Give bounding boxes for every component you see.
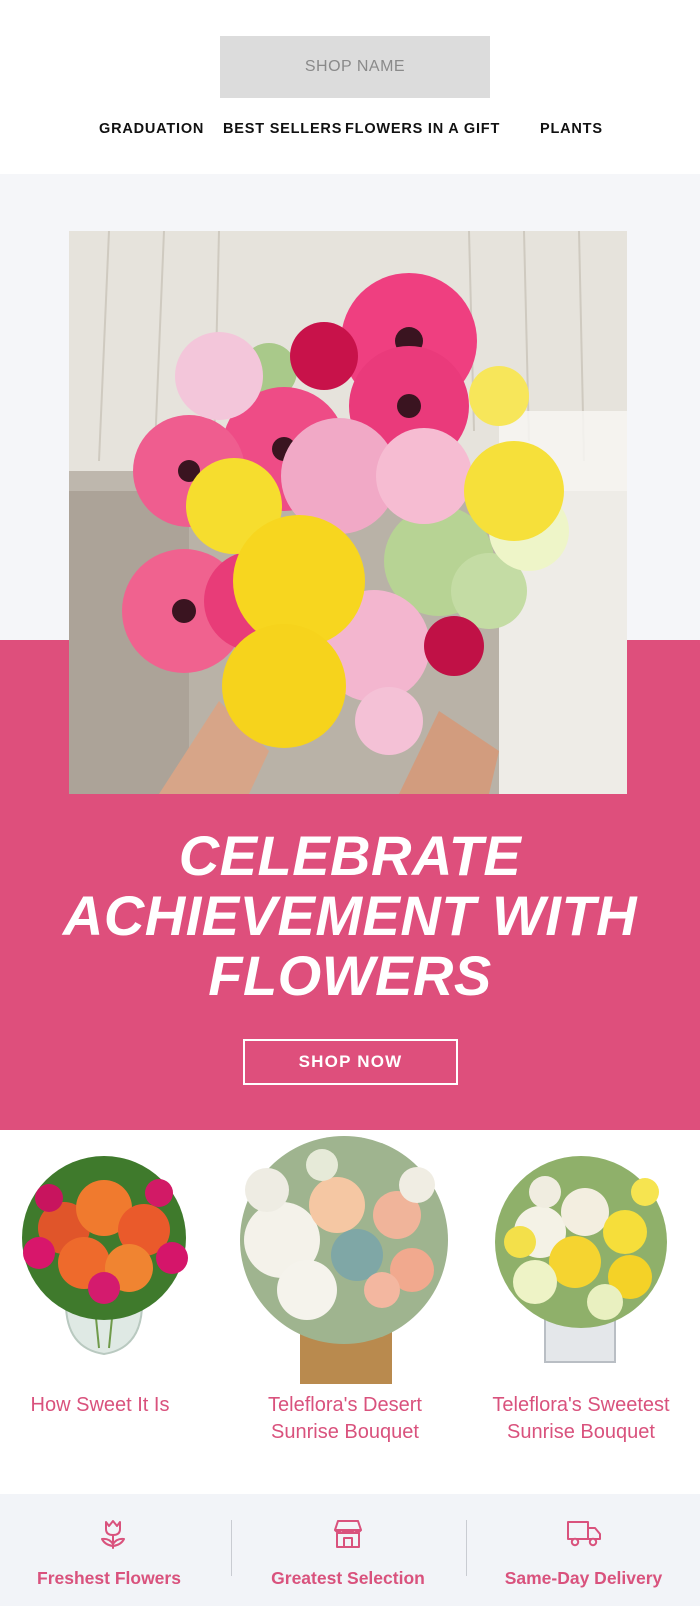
product-name-line-1: How Sweet It Is [30,1394,170,1416]
product-card-desert-sunrise[interactable]: Teleflora's Desert Sunrise Bouquet [220,1130,470,1494]
shop-name: SHOP NAME [304,58,406,75]
main-nav: GRADUATION BEST SELLERS FLOWERS IN A GIF… [0,121,700,143]
product-name-line-2: Sunrise Bouquet [507,1421,655,1443]
product-name[interactable]: How Sweet It Is [0,1392,200,1419]
shop-now-label: SHOP NOW [298,1052,403,1071]
feature-label: Greatest Selection [271,1568,425,1588]
hero-headline: CELEBRATE ACHIEVEMENT WITH FLOWERS [20,826,680,1006]
product-name-line-2: Sunrise Bouquet [271,1421,419,1443]
nav-item-flowers-in-a-gift[interactable]: FLOWERS IN A GIFT [345,121,500,137]
feature-greatest-selection: Greatest Selection [232,1494,464,1606]
product-image[interactable] [222,1130,467,1392]
shop-logo[interactable]: SHOP NAME [220,36,490,98]
hero-bouquet-image[interactable] [69,231,627,794]
product-card-sweetest-sunrise[interactable]: Teleflora's Sweetest Sunrise Bouquet [475,1130,700,1494]
product-card-how-sweet-it-is[interactable]: How Sweet It Is [0,1130,210,1494]
product-name-line-1: Teleflora's Sweetest [492,1394,670,1416]
hero-headline-line-1: CELEBRATE [178,824,522,887]
hero-headline-line-3: FLOWERS [208,944,492,1007]
shop-now-button[interactable]: SHOP NOW [243,1039,458,1085]
feature-freshest-flowers: Freshest Flowers [0,1494,218,1606]
nav-item-best-sellers[interactable]: BEST SELLERS [223,121,342,137]
feature-label: Freshest Flowers [37,1568,181,1588]
product-name[interactable]: Teleflora's Desert Sunrise Bouquet [220,1392,470,1446]
features-bar: Freshest Flowers Greatest Selection Same… [0,1494,700,1606]
product-image[interactable] [485,1152,680,1367]
nav-item-plants[interactable]: PLANTS [540,121,603,137]
product-image[interactable] [4,1148,204,1358]
tulip-icon [98,1518,128,1555]
nav-item-graduation[interactable]: GRADUATION [99,121,204,137]
product-grid: How Sweet It Is Teleflora's Desert Sunri… [0,1130,700,1494]
feature-same-day-delivery: Same-Day Delivery [467,1494,700,1606]
product-name[interactable]: Teleflora's Sweetest Sunrise Bouquet [475,1392,687,1446]
delivery-truck-icon [566,1518,602,1553]
storefront-icon [331,1518,365,1555]
product-name-line-1: Teleflora's Desert [268,1394,422,1416]
hero-headline-line-2: ACHIEVEMENT WITH [62,884,638,947]
email-header: SHOP NAME GRADUATION BEST SELLERS FLOWER… [0,0,700,174]
feature-label: Same-Day Delivery [504,1568,663,1588]
